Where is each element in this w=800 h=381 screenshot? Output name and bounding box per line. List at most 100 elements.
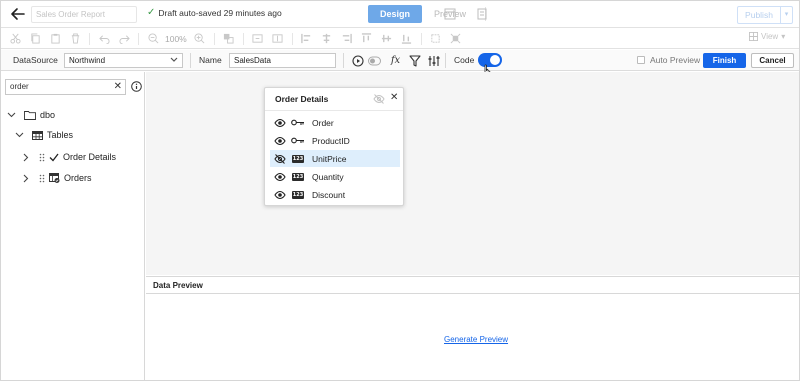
top-bar: Sales Order Report ✓ Draft auto-saved 29… (1, 1, 799, 28)
delete-icon[interactable] (67, 32, 83, 46)
undo-icon[interactable] (96, 32, 112, 46)
auto-preview-option[interactable]: Auto Preview (637, 55, 700, 65)
filter-icon[interactable] (408, 54, 421, 67)
search-input[interactable]: order ✕ (5, 79, 126, 95)
finish-button[interactable]: Finish (703, 53, 746, 68)
table-check-icon (49, 173, 60, 183)
sliders-icon[interactable] (427, 54, 440, 67)
popup-title: Order Details (275, 94, 329, 104)
group-icon[interactable] (250, 32, 266, 46)
tree-node-label: Tables (47, 130, 74, 140)
chevron-down-icon (170, 57, 178, 62)
table-icon (32, 130, 43, 140)
top-icon-group (437, 6, 495, 22)
zoom-out-icon[interactable] (145, 32, 161, 46)
align-bottom-icon[interactable] (399, 32, 415, 46)
eye-icon (274, 118, 286, 127)
toolbar-divider (213, 32, 215, 45)
code-label: Code (454, 55, 475, 65)
field-row-unitprice[interactable]: 123 UnitPrice (270, 150, 400, 167)
align-top-icon[interactable] (359, 32, 375, 46)
divider (445, 53, 446, 68)
generate-preview-link[interactable]: Generate Preview (444, 335, 508, 344)
publish-label: Publish (745, 10, 773, 20)
autosave-text: Draft auto-saved 29 minutes ago (158, 7, 282, 18)
eye-off-icon[interactable] (373, 93, 385, 105)
datasource-value: Northwind (69, 56, 106, 65)
toggle-view-icon[interactable] (368, 54, 381, 67)
run-icon[interactable] (351, 54, 364, 67)
field-name: UnitPrice (312, 153, 347, 164)
field-row-discount[interactable]: 123 Discount (270, 186, 400, 203)
cut-icon[interactable] (7, 32, 23, 46)
name-label: Name (199, 55, 222, 65)
align-right-icon[interactable] (339, 32, 355, 46)
tree-node-order-details[interactable]: Order Details (23, 152, 116, 162)
field-name: Quantity (312, 171, 344, 182)
align-center-icon[interactable] (319, 32, 335, 46)
chevron-down-icon (7, 112, 16, 118)
distribute-icon[interactable] (448, 32, 464, 46)
size-icon[interactable] (428, 32, 444, 46)
align-middle-icon[interactable] (379, 32, 395, 46)
zoom-in-icon[interactable] (192, 32, 208, 46)
info-icon[interactable] (131, 81, 142, 92)
publish-button[interactable]: Publish ▾ (737, 6, 793, 24)
field-row-quantity[interactable]: 123 Quantity (270, 168, 400, 185)
tab-design[interactable]: Design (368, 5, 422, 23)
check-icon (49, 153, 59, 161)
field-name: Discount (312, 189, 346, 200)
eye-icon (274, 190, 286, 199)
name-input[interactable]: SalesData (229, 53, 336, 68)
field-row-order[interactable]: Order (270, 114, 400, 131)
align-left-icon[interactable] (299, 32, 315, 46)
close-icon[interactable]: ✕ (114, 80, 122, 94)
redo-icon[interactable] (116, 32, 132, 46)
cancel-button[interactable]: Cancel (751, 53, 794, 68)
copy-icon[interactable] (27, 32, 43, 46)
toolbar-divider (420, 32, 422, 45)
properties-bar: DataSource Northwind Name SalesData fx C… (1, 50, 799, 71)
schema-panel: order ✕ dbo Tables Order Details Orders (1, 72, 145, 380)
expression-icon[interactable]: fx (389, 54, 402, 67)
datasource-label: DataSource (13, 55, 58, 65)
page-setup-icon[interactable] (469, 6, 495, 22)
view-menu[interactable]: View ▾ (749, 32, 785, 41)
tree-node-orders[interactable]: Orders (23, 173, 92, 183)
field-name: ProductID (312, 135, 350, 146)
divider (190, 53, 191, 68)
drag-handle-icon (39, 174, 45, 182)
paste-icon[interactable] (47, 32, 63, 46)
page-layout-icon[interactable] (437, 6, 463, 22)
tree-node-tables[interactable]: Tables (15, 130, 73, 140)
number-icon: 123 (291, 172, 305, 181)
design-surface[interactable] (146, 72, 799, 275)
view-label: View (761, 32, 779, 41)
data-preview-panel: Generate Preview (146, 294, 799, 380)
data-preview-title: Data Preview (153, 281, 203, 290)
drag-handle-icon (39, 153, 45, 161)
search-value: order (10, 82, 29, 91)
check-icon: ✓ (147, 7, 156, 18)
datasource-select[interactable]: Northwind (64, 53, 183, 68)
report-name-input[interactable]: Sales Order Report (31, 6, 137, 23)
number-icon: 123 (291, 154, 305, 163)
eye-icon (274, 136, 286, 145)
back-arrow-icon[interactable] (9, 5, 27, 23)
tree-node-schema[interactable]: dbo (7, 110, 55, 120)
toolbar-divider (89, 32, 90, 45)
chevron-down-icon (15, 132, 24, 138)
chevron-down-icon[interactable]: ▾ (780, 7, 792, 23)
divider (265, 110, 403, 111)
eye-off-icon (274, 153, 286, 164)
data-preview-header: Data Preview (146, 276, 799, 294)
field-row-productid[interactable]: ProductID (270, 132, 400, 149)
toolbar-divider (291, 32, 293, 45)
shapes-icon[interactable] (221, 32, 237, 46)
toolbar-divider (138, 32, 139, 45)
ungroup-icon[interactable] (270, 32, 286, 46)
close-icon[interactable]: ✕ (390, 92, 398, 103)
auto-preview-checkbox[interactable] (637, 56, 645, 64)
query-designer-window: Sales Order Report ✓ Draft auto-saved 29… (0, 0, 800, 381)
tree-node-label: Order Details (63, 152, 117, 162)
